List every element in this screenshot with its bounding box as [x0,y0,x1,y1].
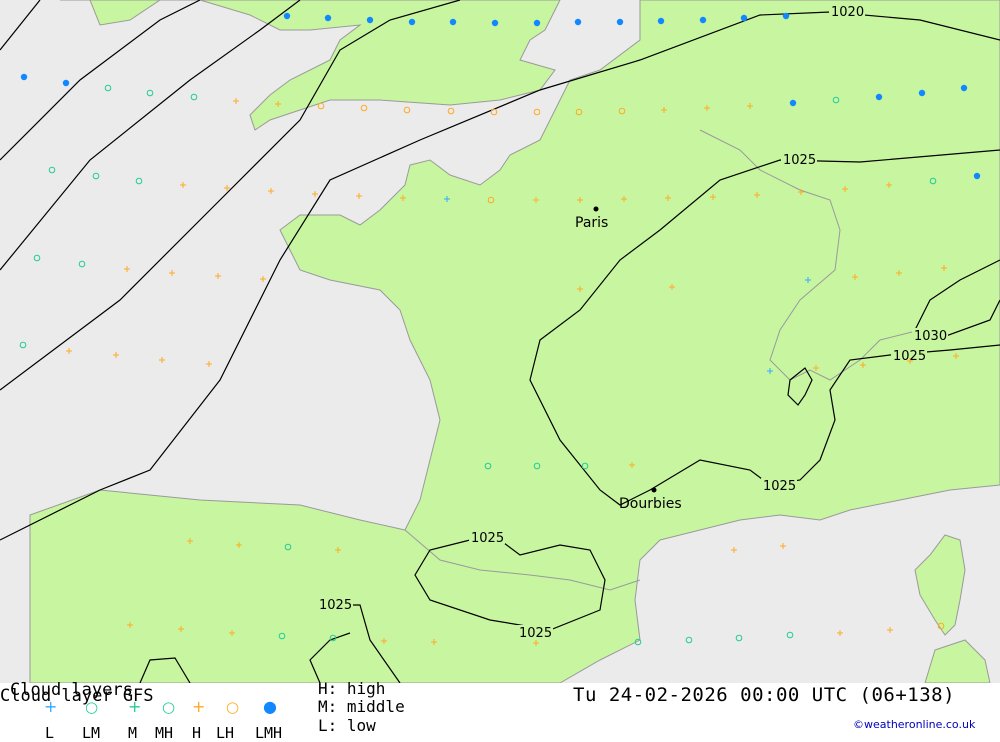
legend-key-lh: LH [216,724,235,742]
legend-key-mh: MH [155,724,174,742]
forecast-datetime: Tu 24-02-2026 00:00 UTC (06+138) [573,684,956,706]
paris-marker [593,206,599,212]
isobar-label: 1025 [519,626,552,641]
all-layers-cloud-icon [875,93,883,101]
isobar-label: 1020 [831,5,864,20]
all-layers-cloud-icon [740,14,748,22]
weather-map-view: 1020 1025 1025 1030 1025 1025 1025 1025 … [0,0,1000,742]
low-middle-cloud-icon: ○ [85,698,99,716]
all-layers-cloud-icon [789,99,797,107]
high-cloud-icon: + [192,697,206,716]
all-layers-cloud-icon [62,79,70,87]
all-layers-cloud-icon [408,18,416,26]
low-cloud-icon: + [44,697,58,716]
legend-bar: Cloud layers Cloud layer GFS + ○ + ○ + ○… [0,679,1000,742]
legend-low-note: L: low [318,716,376,735]
all-layers-cloud-icon [533,19,541,27]
middle-cloud-icon: + [128,697,142,716]
legend-key-m: M [128,724,138,742]
middle-high-cloud-icon: ○ [162,698,176,716]
map-canvas: 1020 1025 1025 1030 1025 1025 1025 1025 … [0,0,1000,683]
all-layers-cloud-icon [782,12,790,20]
legend-key-l: L [45,724,55,742]
all-layers-cloud-icon [918,89,926,97]
all-layers-cloud-icon [324,14,332,22]
legend-key-lm: LM [82,724,101,742]
all-layers-cloud-icon [449,18,457,26]
legend-high-note: H: high [318,679,386,698]
all-layers-cloud-icon [616,18,624,26]
all-layers-cloud-icon [699,16,707,24]
credit-link[interactable]: ©weatheronline.co.uk [853,718,975,731]
legend-key-h: H [192,724,202,742]
all-layers-cloud-icon [366,16,374,24]
isobar-label: 1025 [471,531,504,546]
all-layers-cloud-icon [20,73,28,81]
isobar-label: 1025 [319,598,352,613]
legend-middle-note: M: middle [318,697,405,716]
all-layers-cloud-icon [973,172,981,180]
isobar-label: 1025 [763,479,796,494]
isobar-label: 1025 [783,153,816,168]
isobar-label: 1030 [914,329,947,344]
dourbies-label: Dourbies [619,496,682,512]
all-layers-cloud-icon [283,12,291,20]
paris-label: Paris [575,215,608,231]
legend-key-lmh: LMH [255,724,283,742]
all-layers-cloud-icon [574,18,582,26]
all-layers-cloud-icon [491,19,499,27]
all-layers-cloud-icon: ● [263,697,277,716]
dourbies-marker [651,487,657,493]
all-layers-cloud-icon [960,84,968,92]
all-layers-cloud-icon [657,17,665,25]
low-high-cloud-icon: ○ [226,698,240,716]
